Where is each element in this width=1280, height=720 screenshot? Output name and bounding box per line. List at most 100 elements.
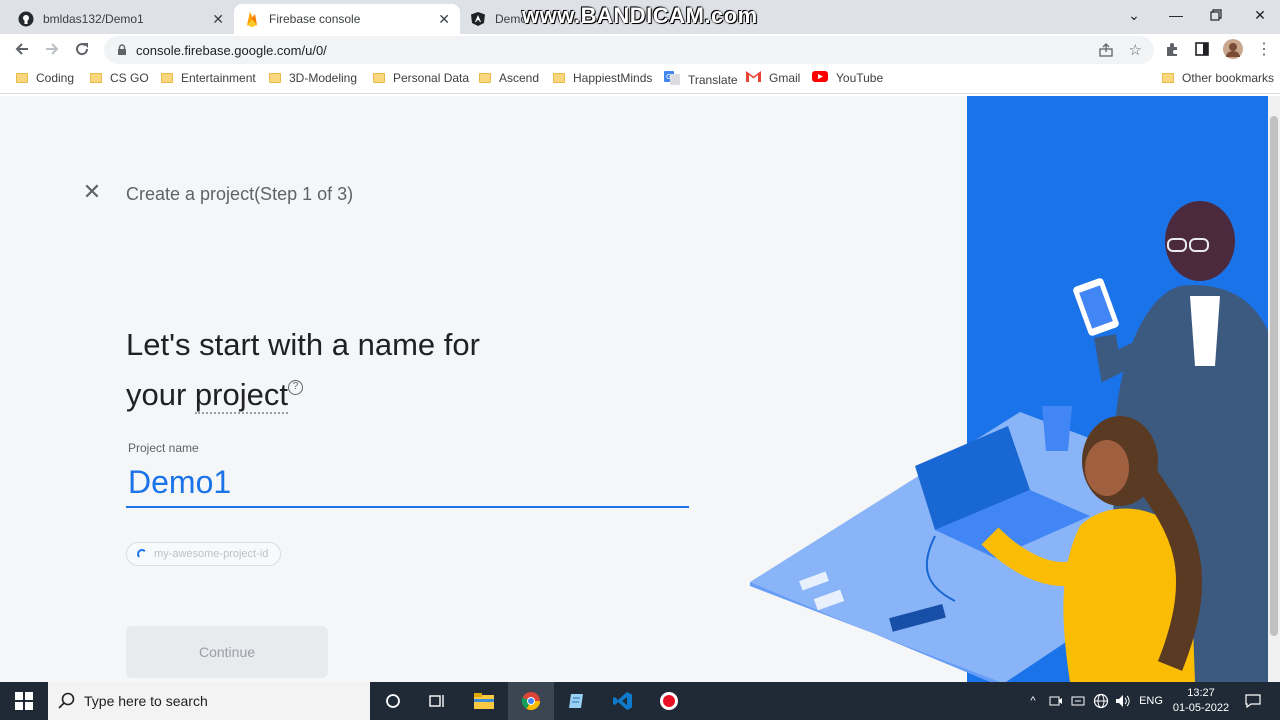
search-icon [58,692,76,710]
tab-title: Firebase console [269,12,361,26]
bookmark-gmail[interactable]: Gmail [746,71,800,85]
firebase-icon [244,11,260,27]
meet-now-icon[interactable] [1046,682,1066,720]
profile-avatar[interactable] [1221,38,1245,60]
close-tab-icon[interactable]: ✕ [438,11,450,28]
notepad-icon[interactable] [553,682,599,720]
folder-icon [16,73,28,83]
share-icon[interactable] [1098,42,1114,61]
network-adapter-icon[interactable] [1068,682,1088,720]
bookmark-youtube[interactable]: YouTube [812,71,883,85]
bookmark-3d-modeling[interactable]: 3D-Modeling [269,71,357,85]
folder-icon [269,73,281,83]
other-bookmarks[interactable]: Other bookmarks [1162,71,1274,85]
show-hidden-icons[interactable]: ^ [1024,682,1042,720]
forward-icon[interactable] [40,38,64,60]
clock-time: 13:27 [1187,687,1215,699]
bookmark-csgo[interactable]: CS GO [90,71,149,85]
close-window-icon[interactable]: ✕ [1240,0,1280,30]
restore-icon[interactable] [1196,0,1236,30]
clock-date: 01-05-2022 [1172,702,1230,714]
minimize-icon[interactable]: — [1156,0,1196,30]
bookmark-coding[interactable]: Coding [16,71,74,85]
tab-github[interactable]: bmldas132/Demo1 ✕ [8,4,234,34]
svg-text:G: G [666,73,671,81]
input-language[interactable]: ENG [1136,682,1166,720]
bandicam-watermark: www.BANDICAM.com [522,3,758,28]
project-term-link[interactable]: project [194,377,288,414]
folder-icon [553,73,565,83]
project-name-label: Project name [128,441,199,455]
vscode-icon[interactable] [600,682,646,720]
address-bar[interactable]: console.firebase.google.com/u/0/ ☆ [104,36,1154,64]
bookmark-entertainment[interactable]: Entertainment [161,71,256,85]
bookmark-label: Gmail [769,71,801,85]
other-bookmarks-label: Other bookmarks [1182,71,1275,85]
close-tab-icon[interactable]: ✕ [212,11,224,28]
man-shirt [1190,296,1220,366]
help-icon[interactable]: ? [287,380,303,395]
windows-icon [15,692,33,710]
bookmark-star-icon[interactable]: ☆ [1129,41,1142,59]
project-id-placeholder: my-awesome-project-id [154,548,269,560]
back-icon[interactable] [10,38,34,60]
step-title: Create a project(Step 1 of 3) [126,184,354,204]
scrollbar-thumb[interactable] [1270,116,1278,636]
windows-taskbar: Type here to search ^ ENG 13:27 01-05-20… [0,682,1280,720]
volume-icon[interactable] [1112,682,1134,720]
chrome-icon[interactable] [508,682,554,720]
bookmark-personal-data[interactable]: Personal Data [373,71,469,85]
folder-icon [90,73,102,83]
taskbar-clock[interactable]: 13:27 01-05-2022 [1170,686,1232,716]
extensions-icon[interactable] [1160,38,1184,60]
project-id-chip[interactable]: my-awesome-project-id [126,542,282,566]
firebase-create-project-page: ✕ Create a project(Step 1 of 3) Let's st… [0,96,1280,682]
bookmark-label: 3D-Modeling [289,71,358,85]
bookmark-ascend[interactable]: Ascend [479,71,539,85]
loading-spinner-icon [137,549,147,559]
browser-toolbar: console.firebase.google.com/u/0/ ☆ ⋮ [0,34,1280,64]
bookmark-label: Translate [688,72,738,87]
folder-icon [373,73,385,83]
tab-search-icon[interactable]: ⌄ [1112,0,1156,30]
start-button[interactable] [0,682,48,720]
folder-icon [161,73,173,83]
lock-icon [116,44,128,56]
bandicam-record-icon[interactable] [646,682,692,720]
task-view-icon[interactable] [414,682,460,720]
reload-icon[interactable] [70,38,94,60]
bookmark-label: Ascend [499,71,540,85]
cortana-icon[interactable] [370,682,416,720]
bookmarks-bar: Coding CS GO Entertainment 3D-Modeling P… [0,64,1280,94]
page-scrollbar[interactable] [1268,96,1280,682]
headline-line1: Let's start with a name for [126,327,480,362]
taskbar-search[interactable]: Type here to search [48,682,370,720]
bookmark-label: YouTube [836,71,884,85]
search-placeholder: Type here to search [84,693,208,709]
bookmark-label: CS GO [110,71,149,85]
tab-demo[interactable]: Demo [460,4,527,34]
page-headline: Let's start with a name for your project… [126,320,626,420]
youtube-icon [812,71,828,85]
side-panel-icon[interactable] [1190,38,1214,60]
bookmark-happiestminds[interactable]: HappiestMinds [553,71,652,85]
github-icon [18,11,34,27]
project-name-input[interactable] [126,458,689,508]
close-wizard-icon[interactable]: ✕ [82,181,102,203]
headline-prefix: your [126,377,195,412]
folder-icon [1162,73,1174,83]
notifications-icon[interactable] [1238,682,1268,720]
man-head [1165,201,1235,281]
bookmark-translate[interactable]: G Translate [664,71,738,88]
continue-button[interactable]: Continue [126,626,328,678]
angular-icon [470,11,486,27]
folder-icon [479,73,491,83]
tab-strip: bmldas132/Demo1 ✕ Firebase console ✕ Dem… [0,0,1280,34]
file-explorer-icon[interactable] [461,682,507,720]
bookmark-label: Coding [36,71,75,85]
chrome-menu-icon[interactable]: ⋮ [1252,38,1276,60]
globe-network-icon[interactable] [1090,682,1112,720]
cup [1042,406,1072,451]
translate-icon: G [664,71,680,88]
tab-firebase[interactable]: Firebase console ✕ [234,4,460,34]
